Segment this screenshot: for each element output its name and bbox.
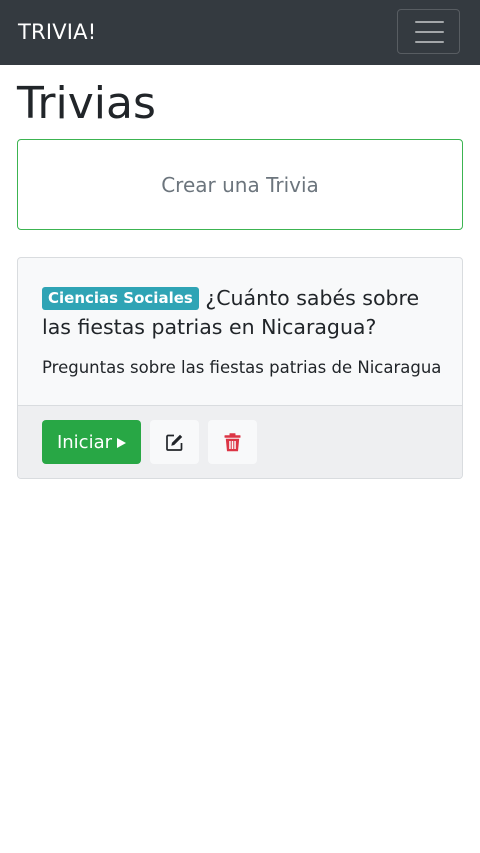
trivia-card-footer: Iniciar [18,405,462,478]
delete-trivia-button[interactable] [208,420,257,464]
play-icon [117,437,127,448]
trivia-card-body: Ciencias Sociales ¿Cuánto sabés sobre la… [18,258,462,405]
navbar-brand[interactable]: TRIVIA! [18,19,96,45]
page-title: Trivias [17,78,156,129]
trivia-card: Ciencias Sociales ¿Cuánto sabés sobre la… [17,257,463,479]
edit-icon [166,434,183,451]
category-badge: Ciencias Sociales [42,287,199,310]
navbar-toggler-button[interactable] [397,9,460,54]
start-button-label: Iniciar [56,431,113,453]
create-trivia-button[interactable]: Crear una Trivia [17,139,463,230]
edit-trivia-button[interactable] [150,420,199,464]
trash-icon [224,432,241,451]
trivia-description: Preguntas sobre las fiestas patrias de N… [42,358,442,377]
start-trivia-button[interactable]: Iniciar [42,420,141,464]
navbar: TRIVIA! [0,0,480,65]
trivia-card-title: Ciencias Sociales ¿Cuánto sabés sobre la… [42,284,442,342]
hamburger-menu-icon [415,21,444,23]
